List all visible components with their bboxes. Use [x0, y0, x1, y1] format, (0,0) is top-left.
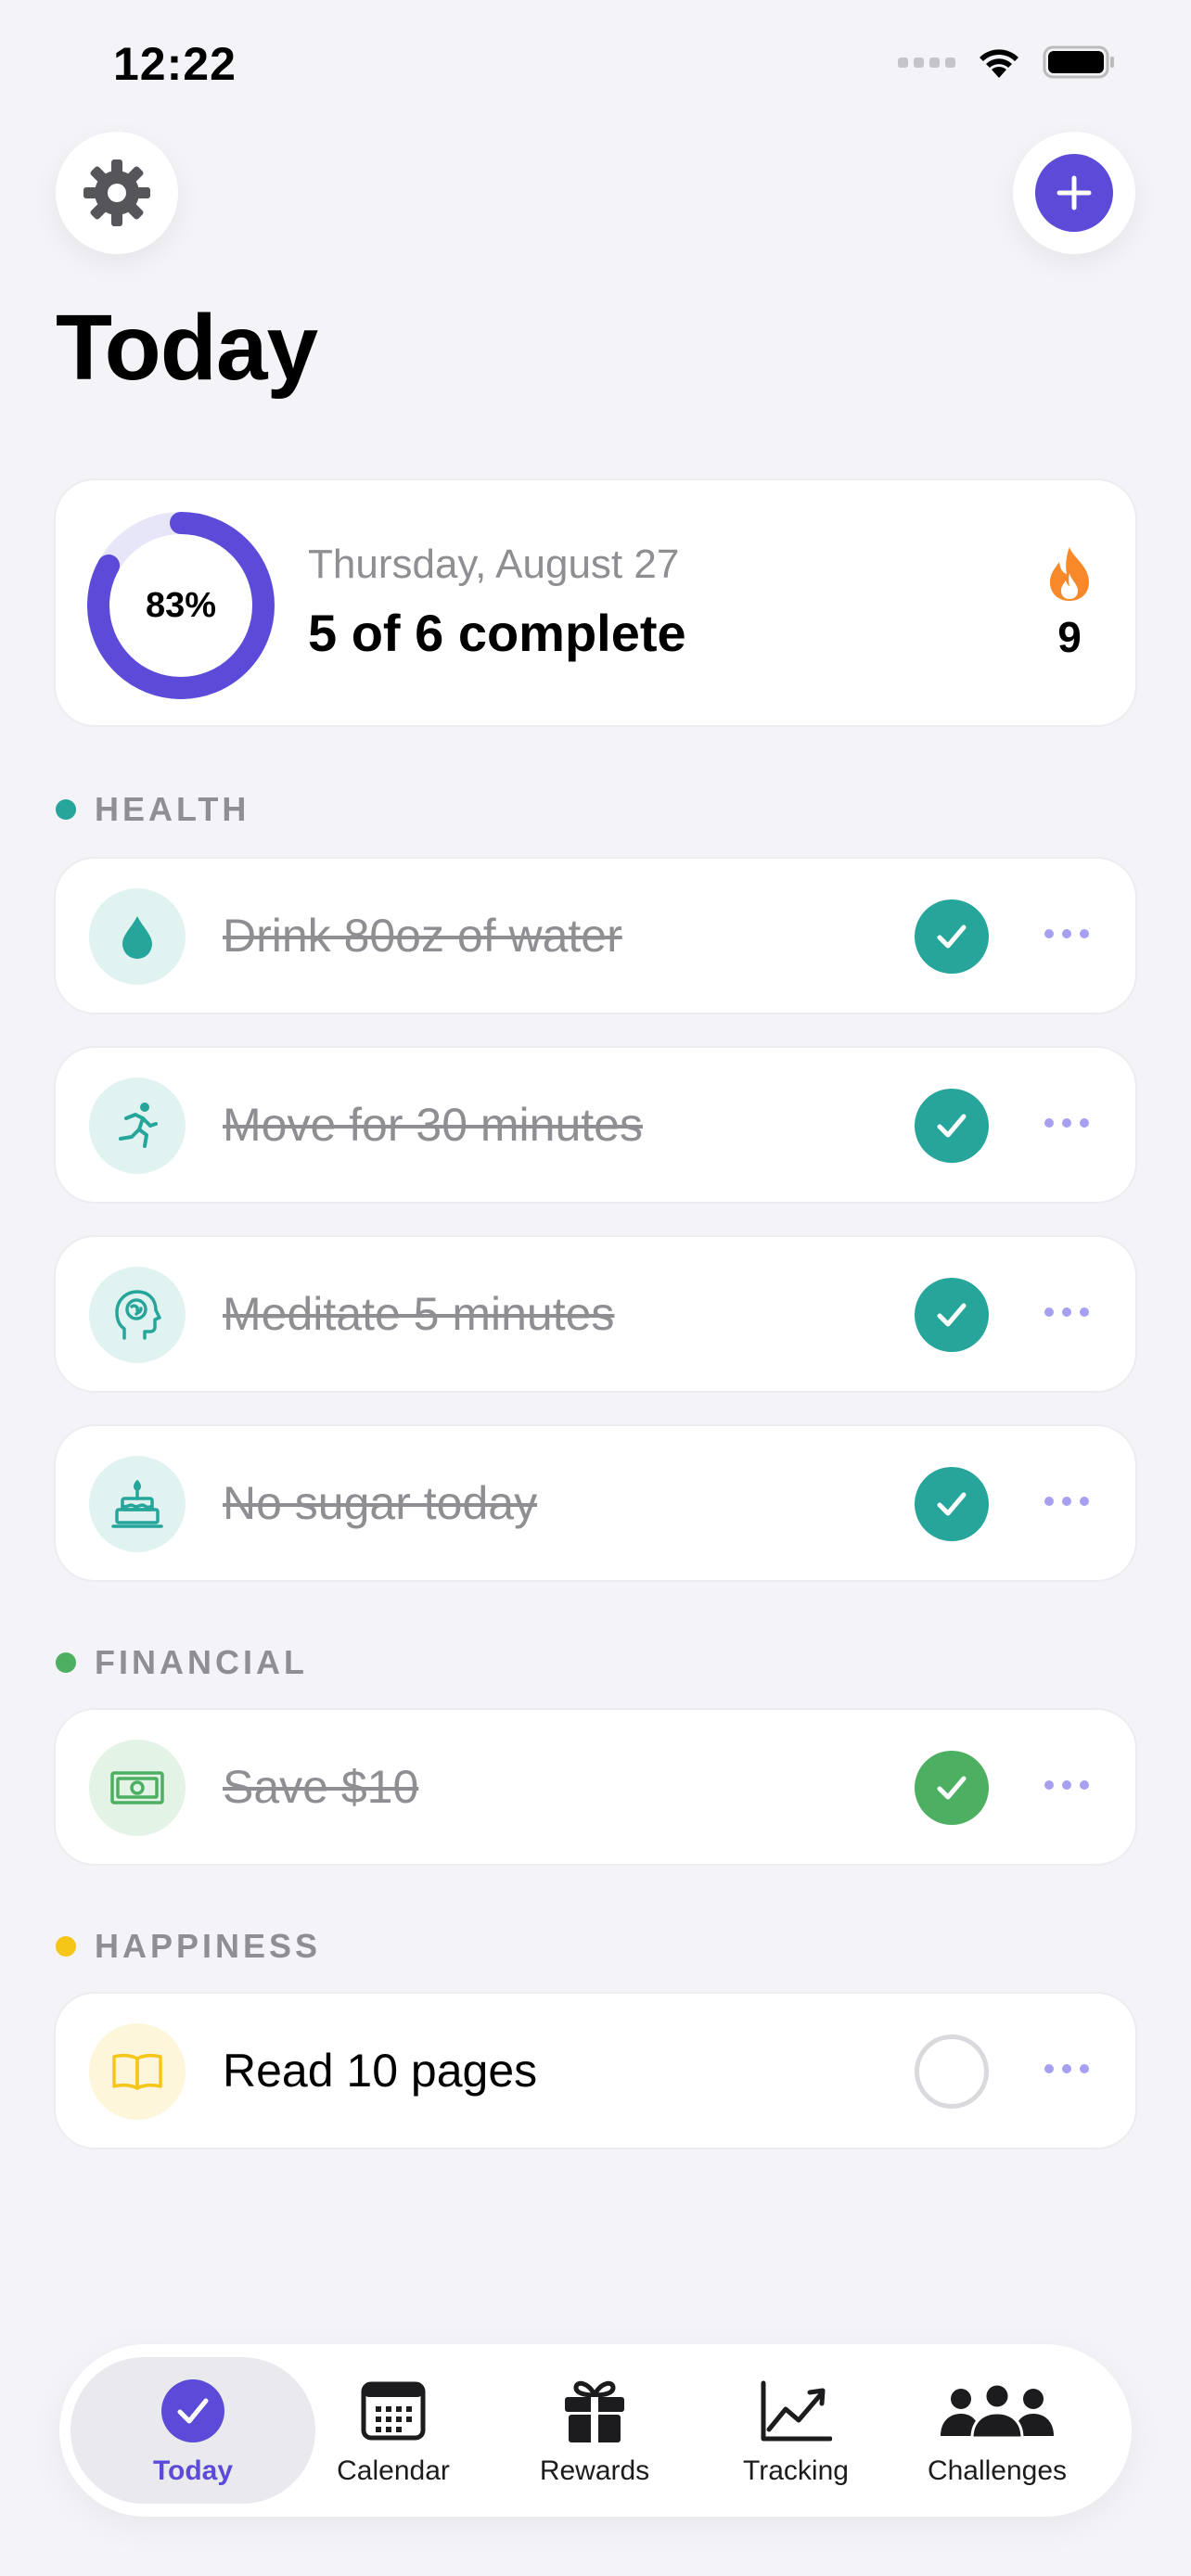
- section-dot: [56, 1936, 76, 1957]
- section-label: HAPPINESS: [95, 1927, 322, 1965]
- habit-row[interactable]: Read 10 pages: [54, 1992, 1137, 2149]
- section-dot: [56, 1652, 76, 1673]
- tab-label: Rewards: [539, 2455, 650, 2486]
- calendar-icon: [361, 2378, 426, 2444]
- streak-count: 9: [1057, 613, 1082, 661]
- flame-icon: [1050, 547, 1089, 601]
- add-habit-button[interactable]: [1013, 132, 1135, 254]
- more-options-icon[interactable]: [1044, 1118, 1089, 1128]
- status-icons: [898, 45, 1117, 80]
- running-icon: [89, 1078, 186, 1174]
- tab-label: Calendar: [337, 2455, 450, 2486]
- more-options-icon[interactable]: [1044, 929, 1089, 938]
- habit-label: Meditate 5 minutes: [223, 1288, 615, 1340]
- today-screen: 12:22 Today 83% Thursday, August 27 5 of…: [0, 0, 1191, 2576]
- section-health: HEALTH: [56, 790, 250, 829]
- plus-icon: [1035, 154, 1113, 232]
- habit-checkbox[interactable]: [915, 899, 989, 974]
- more-options-icon[interactable]: [1044, 1780, 1089, 1790]
- habit-label: Drink 80oz of water: [223, 910, 622, 962]
- page-title: Today: [56, 296, 318, 400]
- checkmark-circle-icon: [160, 2378, 225, 2444]
- tab-label: Tracking: [743, 2455, 849, 2486]
- tab-tracking[interactable]: Tracking: [703, 2378, 889, 2498]
- checkmark-icon: [937, 1114, 967, 1138]
- progress-percent: 83%: [145, 585, 217, 625]
- habit-label: No sugar today: [223, 1477, 538, 1529]
- habit-row[interactable]: No sugar today: [54, 1424, 1137, 1582]
- tab-label: Today: [152, 2455, 234, 2486]
- summary-date: Thursday, August 27: [308, 542, 680, 587]
- completion-count: 5 of 6 complete: [308, 604, 686, 662]
- habit-row[interactable]: Drink 80oz of water: [54, 857, 1137, 1014]
- tab-label: Challenges: [927, 2455, 1068, 2486]
- cellular-signal-icon: [898, 57, 955, 68]
- more-options-icon[interactable]: [1044, 1497, 1089, 1506]
- habit-checkbox[interactable]: [915, 1467, 989, 1541]
- section-label: HEALTH: [95, 790, 250, 828]
- section-financial: FINANCIAL: [56, 1643, 308, 1682]
- wifi-icon: [980, 49, 1018, 78]
- more-options-icon[interactable]: [1044, 1307, 1089, 1317]
- section-happiness: HAPPINESS: [56, 1927, 321, 1966]
- people-icon: [937, 2378, 1057, 2444]
- habit-checkbox[interactable]: [915, 1089, 989, 1163]
- gift-icon: [563, 2378, 626, 2444]
- habit-checkbox[interactable]: [915, 1278, 989, 1352]
- tab-challenges[interactable]: Challenges: [904, 2378, 1090, 2498]
- cake-icon: [89, 1456, 186, 1552]
- gear-icon: [83, 159, 150, 226]
- section-dot: [56, 799, 76, 820]
- checkmark-icon: [937, 1492, 967, 1516]
- water-drop-icon: [89, 888, 186, 985]
- brain-head-icon: [89, 1267, 186, 1363]
- habit-checkbox[interactable]: [915, 2034, 989, 2109]
- status-time: 12:22: [113, 38, 237, 90]
- tab-today[interactable]: Today: [100, 2378, 286, 2498]
- chart-icon: [760, 2378, 832, 2444]
- habit-row[interactable]: Save $10: [54, 1708, 1137, 1866]
- habit-row[interactable]: Move for 30 minutes: [54, 1046, 1137, 1204]
- habit-label: Read 10 pages: [223, 2045, 538, 2097]
- book-icon: [89, 2023, 186, 2120]
- tab-calendar[interactable]: Calendar: [301, 2378, 486, 2498]
- checkmark-icon: [937, 925, 967, 949]
- settings-button[interactable]: [56, 132, 178, 254]
- checkmark-icon: [937, 1776, 967, 1800]
- habit-row[interactable]: Meditate 5 minutes: [54, 1235, 1137, 1393]
- habit-label: Save $10: [223, 1761, 419, 1813]
- tab-bar: Today Calendar Rewards Tracking Challeng…: [59, 2344, 1132, 2517]
- checkmark-icon: [937, 1303, 967, 1327]
- habit-label: Move for 30 minutes: [223, 1099, 643, 1151]
- habit-checkbox[interactable]: [915, 1751, 989, 1825]
- tab-rewards[interactable]: Rewards: [502, 2378, 687, 2498]
- section-label: FINANCIAL: [95, 1643, 308, 1681]
- more-options-icon[interactable]: [1044, 2064, 1089, 2073]
- cash-icon: [89, 1740, 186, 1836]
- daily-summary-card[interactable]: 83% Thursday, August 27 5 of 6 complete …: [54, 478, 1137, 727]
- battery-icon: [1043, 45, 1114, 79]
